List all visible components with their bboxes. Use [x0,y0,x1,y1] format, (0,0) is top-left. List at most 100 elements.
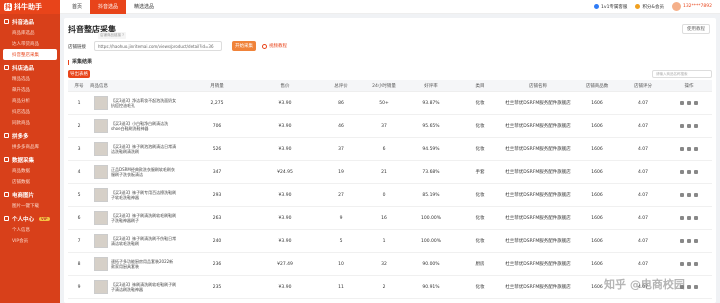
sidebar-item-influencer[interactable]: 达人带货商品 [0,38,60,49]
settings-icon[interactable] [694,124,698,128]
chart-icon[interactable] [687,193,691,197]
product-info[interactable]: 【买3送3】袜刷清洗刷软毛鞋刷子刷子清洁刷洗鞋神器 [90,280,182,294]
product-info[interactable]: 【买3送3】净洁莉妆不起泡洗面奶女抗痘控油毛孔 [90,96,182,110]
col-header[interactable]: 24小时销量 [364,83,404,89]
col-header[interactable]: 售价 [252,83,318,89]
sidebar-item-product-data[interactable]: 商品数据 [0,165,60,176]
sidebar-group-title[interactable]: 个人中心 VIP [0,213,60,224]
sidebar-item-analysis[interactable]: 商品分析 [0,95,60,106]
settings-icon[interactable] [694,147,698,151]
product-title[interactable]: 【买3送3】袜子刷清洗刷不伤鞋日常清洁软毛洗鞋刷 [111,236,177,246]
total-reviews: 11 [338,284,344,290]
sidebar-item-rising[interactable]: 飙升选品 [0,84,60,95]
chart-icon[interactable] [687,101,691,105]
sidebar-item-same[interactable]: 同款商品 [0,117,60,128]
nav-featured[interactable]: 精选选品 [126,0,162,14]
settings-icon[interactable] [694,101,698,105]
sidebar-group-title[interactable]: 抖音选品 [0,16,60,27]
col-header[interactable]: 月销量 [182,83,252,89]
sidebar-group-title[interactable]: 抖店选品 [0,62,60,73]
product-title[interactable]: 【买3送3】袜子刷专用百洁擦洗鞋刷子软毛洗鞋神器 [111,190,177,200]
sidebar-item-img-download[interactable]: 图片一键下载 [0,200,60,211]
product-info[interactable]: 【买3送3】袜子刷泡泡刷清洁日常清洁洗鞋刷清洗刷 [90,142,182,156]
product-thumbnail[interactable] [94,211,108,225]
sidebar-group-title[interactable]: 拼多多 [0,130,60,141]
sidebar-item-profile[interactable]: 个人信息 [0,224,60,235]
product-thumbnail[interactable] [94,188,108,202]
product-info[interactable]: 【买3送3】袜子刷清洗刷不伤鞋日常清洁软毛洗鞋刷 [90,234,182,248]
col-header[interactable]: 好评率 [404,83,458,89]
chart-icon[interactable] [687,147,691,151]
edit-icon[interactable] [680,262,684,266]
sidebar-item-doudian[interactable]: 抖店选品 [0,106,60,117]
product-title[interactable]: 【买3送3】小白鞋净白刷清洁洗shoe白鞋刷洗鞋神器 [111,121,177,131]
col-header[interactable]: 总评价 [318,83,364,89]
total-reviews: 9 [339,215,343,221]
app-logo[interactable]: 抖 抖牛助手 [0,0,60,14]
table-row: 4 正品DSRM经典款洗衣服刷软毛刷衣服刷子洗衣板清洁 347 ¥24.95 19 21 7… [68,161,712,184]
edit-icon[interactable] [680,193,684,197]
points-link[interactable]: 积分&会员 [635,4,664,10]
product-title[interactable]: 【买3送3】袜子刷泡泡刷清洁日常清洁洗鞋刷清洗刷 [111,144,177,154]
sidebar-item-vip[interactable]: VIP会员 [0,235,60,246]
product-info[interactable]: 【买3送3】袜子刷专用百洁擦洗鞋刷子软毛洗鞋神器 [90,188,182,202]
product-search-input[interactable]: 请输入商品名称搜索 [652,70,712,78]
product-title[interactable]: 【买3送3】净洁莉妆不起泡洗面奶女抗痘控油毛孔 [111,98,177,108]
sidebar-item-pdd-lib[interactable]: 拼多多商品库 [0,141,60,152]
video-tutorial-link[interactable]: 视频教程 [262,43,287,49]
edit-icon[interactable] [680,147,684,151]
chart-icon[interactable] [687,285,691,289]
sidebar-item-shop-collect[interactable]: 抖音整店采集 [3,49,57,60]
watermark: 知乎 @电商校园 [604,278,685,291]
col-header: 店铺名称 [529,83,547,89]
chart-icon[interactable] [687,239,691,243]
edit-icon[interactable] [680,170,684,174]
settings-icon[interactable] [694,193,698,197]
product-thumbnail[interactable] [94,165,108,179]
product-thumbnail[interactable] [94,142,108,156]
settings-icon[interactable] [694,239,698,243]
nav-home[interactable]: 首页 [64,0,90,14]
edit-icon[interactable] [680,239,684,243]
product-info[interactable]: 【买3送3】袜子刷清洗刷软毛刷鞋刷子洗鞋神器刷子 [90,211,182,225]
service-link[interactable]: 1v1专属客服 [594,4,627,10]
product-thumbnail[interactable] [94,280,108,294]
shop-url-input[interactable] [94,41,222,51]
settings-icon[interactable] [694,285,698,289]
chart-icon[interactable] [687,262,691,266]
product-title[interactable]: 速拓子多功能厨房用品套装2022新款家用厨具套装 [111,259,177,269]
sidebar-item-fine[interactable]: 精品选品 [0,73,60,84]
user-menu[interactable]: 132****7892 [671,2,712,11]
table-row: 6 【买3送3】袜子刷清洗刷软毛刷鞋刷子洗鞋神器刷子 263 ¥3.90 9 16 100.… [68,207,712,230]
chart-icon[interactable] [687,170,691,174]
product-title[interactable]: 【买3送3】袜子刷清洗刷软毛刷鞋刷子洗鞋神器刷子 [111,213,177,223]
edit-icon[interactable] [680,124,684,128]
product-thumbnail[interactable] [94,234,108,248]
chart-icon[interactable] [687,124,691,128]
grid-icon [4,133,9,138]
product-thumbnail[interactable] [94,257,108,271]
settings-icon[interactable] [694,216,698,220]
start-collect-button[interactable]: 开始采集 [232,41,256,51]
product-info[interactable]: 【买3送3】小白鞋净白刷清洁洗shoe白鞋刷洗鞋神器 [90,119,182,133]
chart-icon[interactable] [687,216,691,220]
product-title[interactable]: 【买3送3】袜刷清洗刷软毛鞋刷子刷子清洁刷洗鞋神器 [111,282,177,292]
product-info[interactable]: 速拓子多功能厨房用品套装2022新款家用厨具套装 [90,257,182,271]
help-button[interactable]: 使用教程 [682,24,710,34]
nav-douyin-select[interactable]: 抖音选品 [90,0,127,14]
price: ¥3.90 [278,284,292,290]
edit-icon[interactable] [680,216,684,220]
play-icon [262,43,267,49]
product-title[interactable]: 正品DSRM经典款洗衣服刷软毛刷衣服刷子洗衣板清洁 [111,167,177,177]
product-thumbnail[interactable] [94,96,108,110]
sidebar-item-shop-data[interactable]: 店铺数据 [0,176,60,187]
sidebar-item-product-lib[interactable]: 商品库选品 [0,27,60,38]
sidebar-group-title[interactable]: 数据采集 [0,154,60,165]
sidebar-group-title[interactable]: 电商图片 [0,189,60,200]
settings-icon[interactable] [694,170,698,174]
product-info[interactable]: 正品DSRM经典款洗衣服刷软毛刷衣服刷子洗衣板清洁 [90,165,182,179]
settings-icon[interactable] [694,262,698,266]
edit-icon[interactable] [680,101,684,105]
product-thumbnail[interactable] [94,119,108,133]
export-button[interactable]: 导出表格 [68,70,90,78]
